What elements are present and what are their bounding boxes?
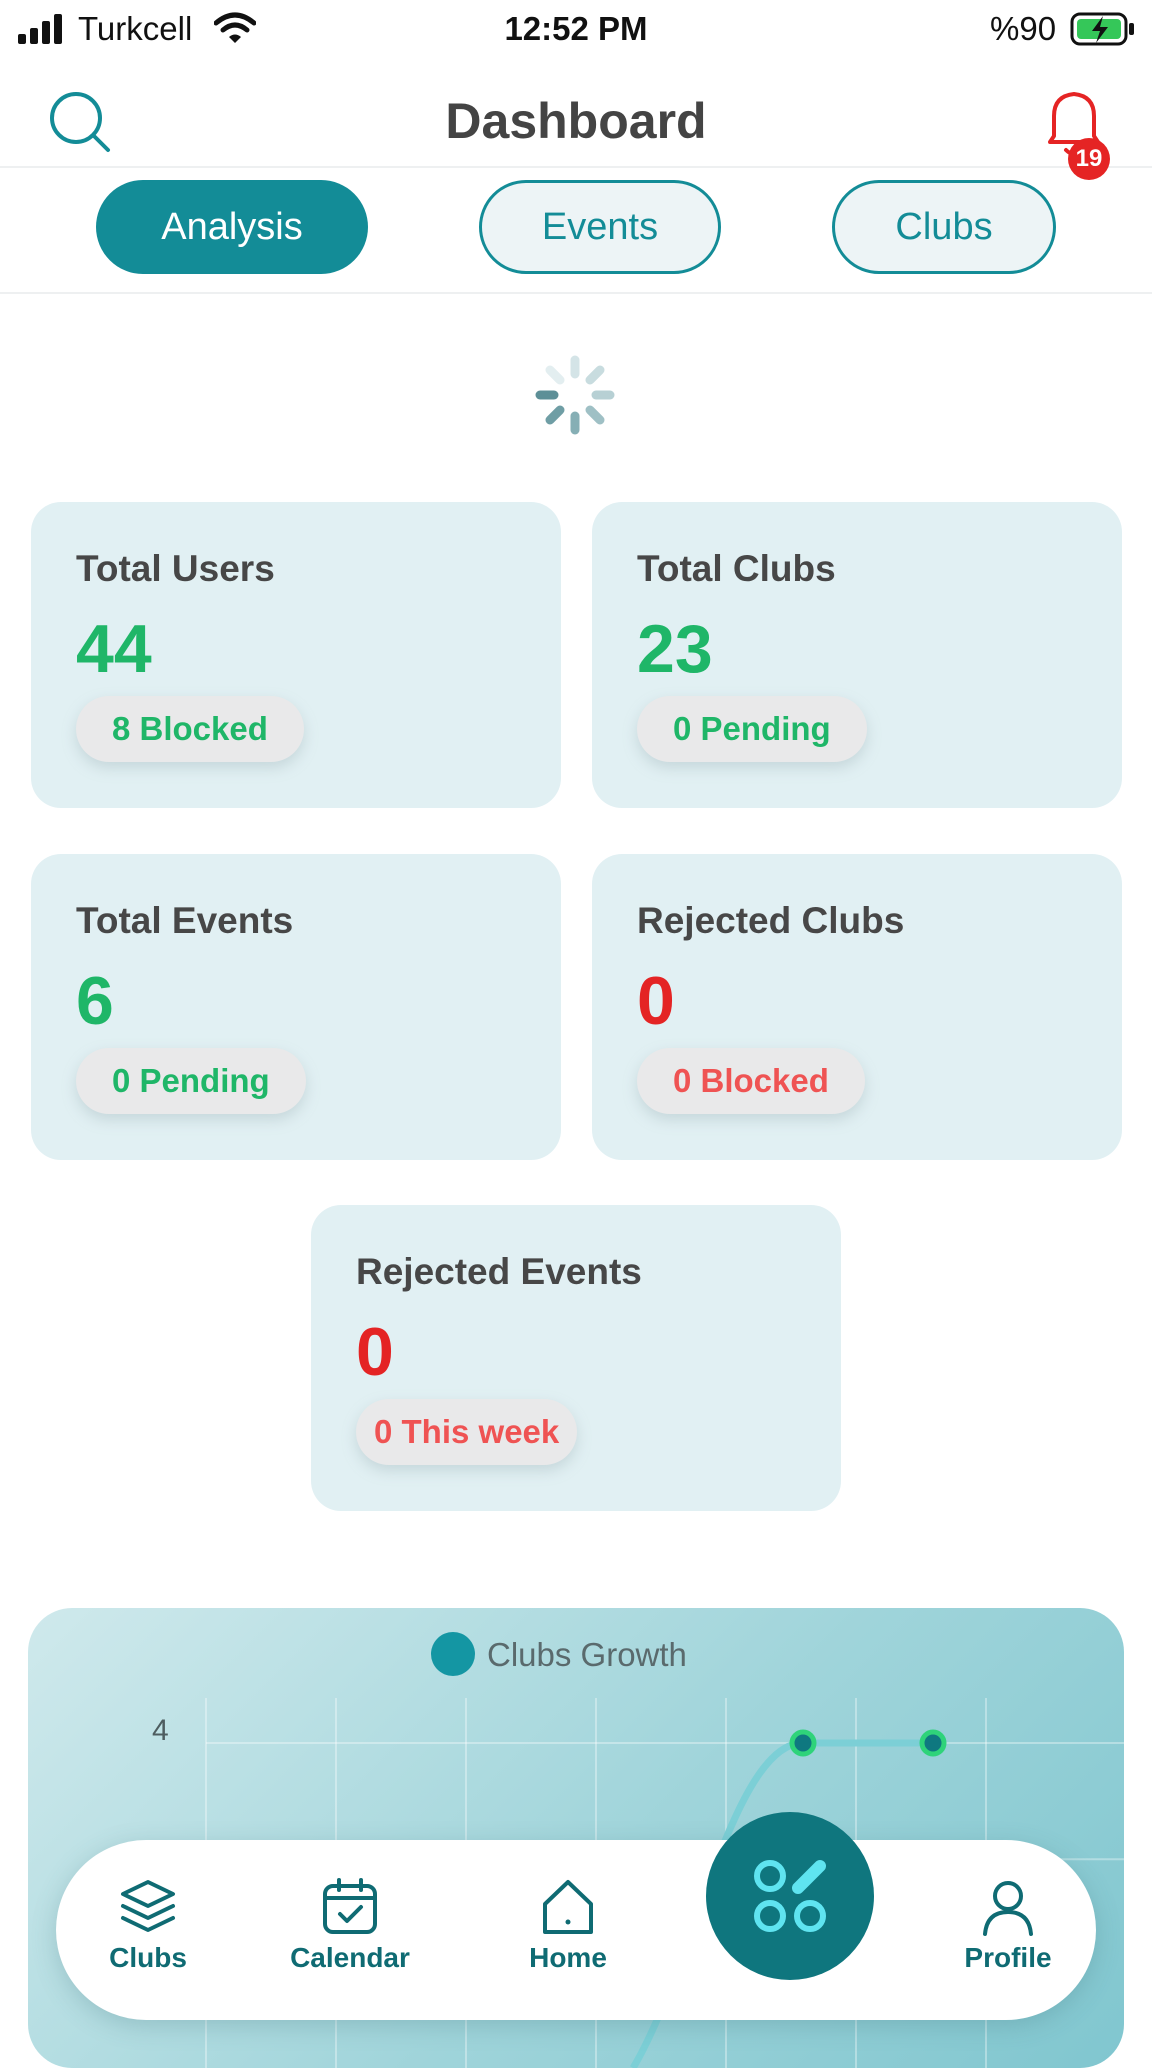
stat-card-rejected-clubs: Rejected Clubs 0 0 Blocked [592, 854, 1122, 1160]
stat-label: Total Clubs [637, 548, 836, 589]
stat-pill: 0 Blocked [637, 1048, 865, 1114]
nav-label: Clubs [109, 1942, 187, 1973]
loading-spinner-icon [535, 355, 615, 435]
nav-profile[interactable]: Profile [928, 1876, 1088, 1974]
stat-card-total-clubs: Total Clubs 23 0 Pending [592, 502, 1122, 808]
stat-card-rejected-events: Rejected Events 0 0 This week [311, 1205, 841, 1511]
layers-icon [121, 1880, 175, 1932]
nav-label: Calendar [290, 1942, 410, 1973]
stat-value: 6 [76, 963, 114, 1039]
legend-label: Clubs Growth [487, 1636, 687, 1673]
nav-home[interactable]: Home [488, 1876, 648, 1974]
data-point [789, 1729, 817, 1757]
stat-label: Total Events [76, 900, 294, 941]
stat-pill: 8 Blocked [76, 696, 304, 762]
nav-clubs[interactable]: Clubs [68, 1876, 228, 1974]
user-icon [983, 1881, 1033, 1936]
stat-card-total-events: Total Events 6 0 Pending [31, 854, 561, 1160]
stat-value: 0 [637, 963, 675, 1039]
tab-analysis[interactable]: Analysis [96, 180, 368, 274]
calendar-check-icon [323, 1878, 377, 1934]
bottom-nav: Clubs Calendar Home Profile [56, 1840, 1096, 2020]
data-point [919, 1729, 947, 1757]
stat-label: Rejected Events [356, 1251, 642, 1292]
y-tick-label: 4 [152, 1714, 169, 1747]
app-header: Dashboard 19 [0, 58, 1152, 180]
stat-value: 23 [637, 611, 713, 687]
stat-value: 0 [356, 1314, 394, 1390]
nav-label: Home [529, 1942, 607, 1973]
battery-percent: %90 [990, 10, 1057, 47]
stat-card-total-users: Total Users 44 8 Blocked [31, 502, 561, 808]
apps-icon [754, 1860, 826, 1932]
nav-label: Profile [964, 1942, 1052, 1973]
status-bar: Turkcell 12:52 PM %90 [0, 0, 1152, 58]
stat-pill: 0 This week [356, 1399, 578, 1465]
stat-label: Total Users [76, 548, 275, 589]
center-action-button[interactable] [706, 1812, 874, 1980]
stat-pill: 0 Pending [637, 696, 867, 762]
page-title: Dashboard [445, 93, 707, 149]
stat-value: 44 [76, 611, 152, 687]
tab-events[interactable]: Events [479, 180, 721, 274]
legend-swatch [431, 1632, 475, 1676]
tab-bar: Analysis Events Clubs [0, 168, 1152, 294]
tab-clubs[interactable]: Clubs [832, 180, 1056, 274]
stat-pill: 0 Pending [76, 1048, 306, 1114]
stat-label: Rejected Clubs [637, 900, 905, 941]
nav-calendar[interactable]: Calendar [270, 1876, 430, 1974]
battery-charging-icon [1070, 12, 1134, 46]
clock: 12:52 PM [504, 10, 648, 47]
home-icon [543, 1880, 593, 1934]
